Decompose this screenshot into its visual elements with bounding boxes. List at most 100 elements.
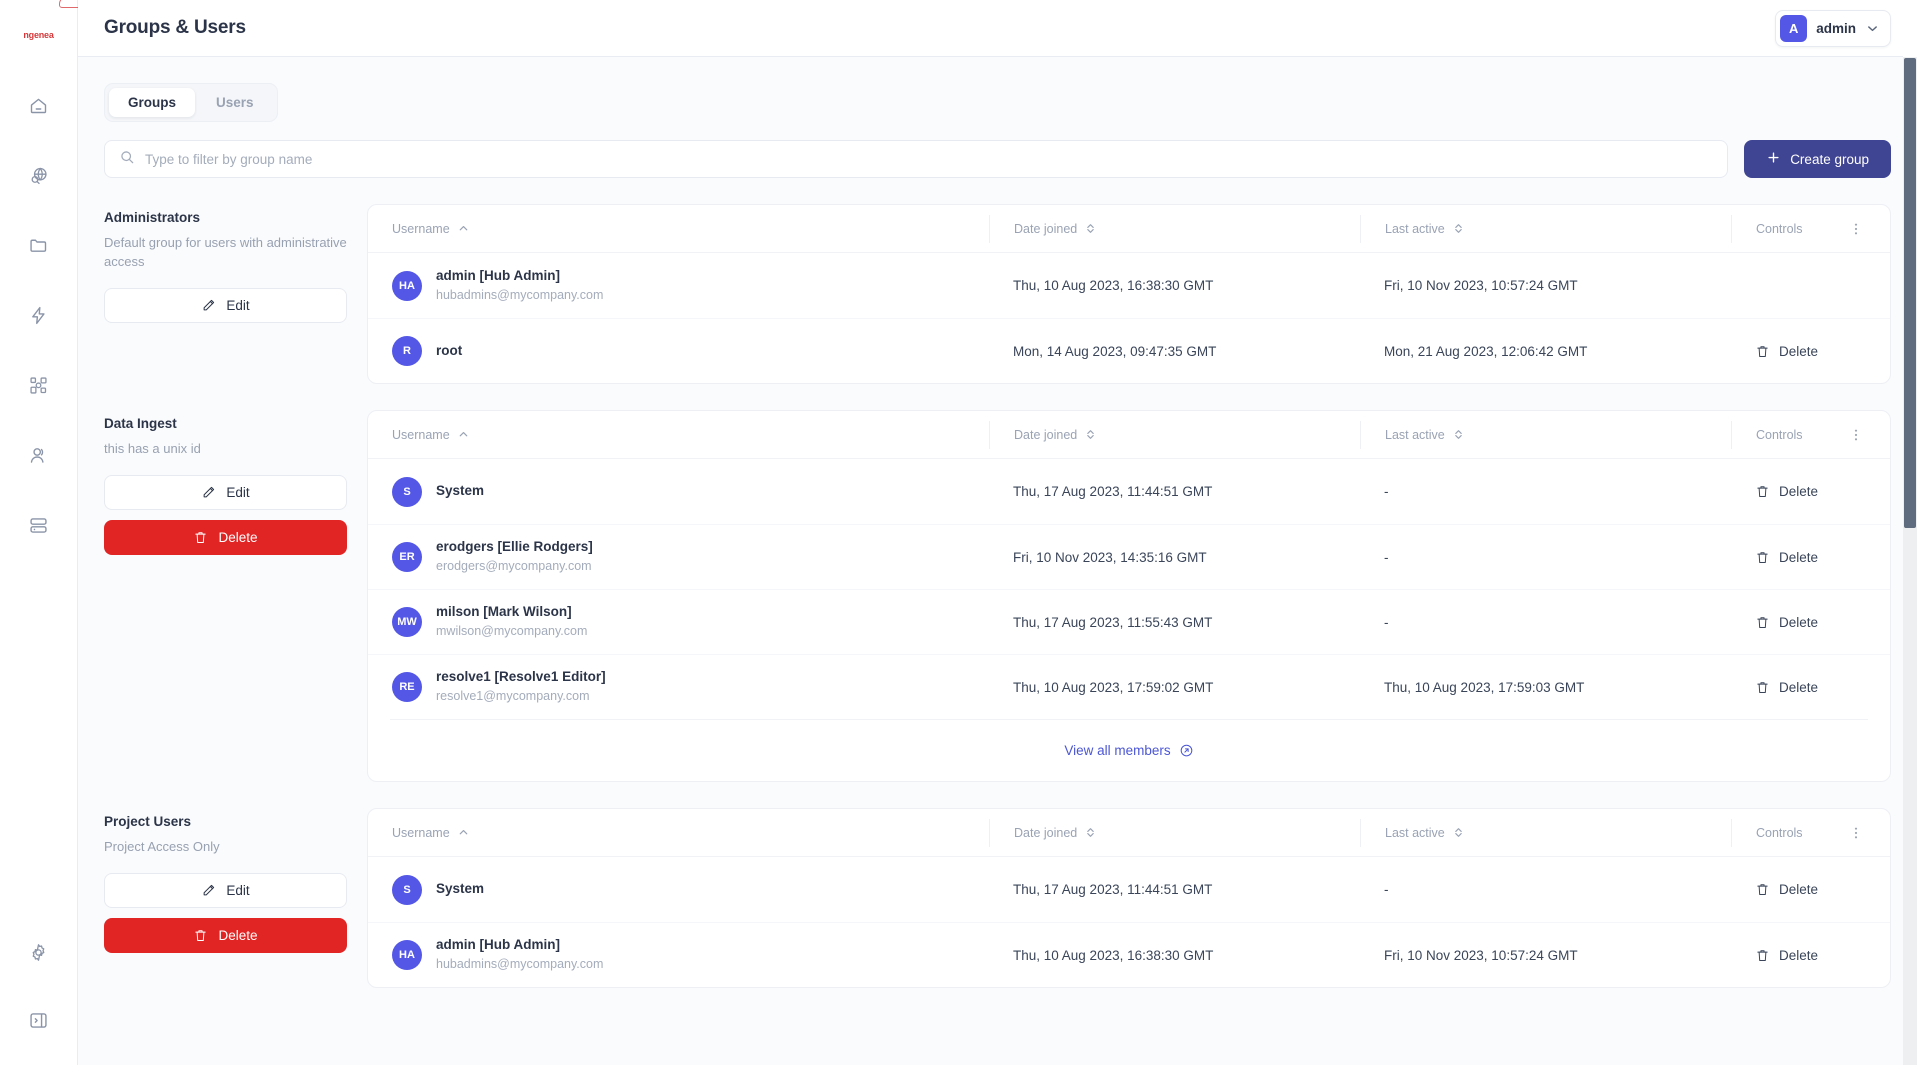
scrollbar-thumb[interactable]: [1904, 58, 1916, 528]
edit-group-button[interactable]: Edit: [104, 475, 347, 510]
cell-last-active: Fri, 10 Nov 2023, 10:57:24 GMT: [1360, 278, 1731, 293]
delete-member-button[interactable]: Delete: [1755, 944, 1818, 967]
edit-group-label: Edit: [226, 883, 249, 898]
column-header-username-label: Username: [392, 428, 450, 442]
cell-controls: Delete: [1731, 480, 1868, 503]
table-row: ERerodgers [Ellie Rodgers]erodgers@mycom…: [368, 524, 1890, 589]
delete-group-label: Delete: [218, 928, 257, 943]
delete-member-button[interactable]: Delete: [1755, 340, 1818, 363]
lightning-icon: [28, 305, 49, 331]
sidebar-item-collapse-panel[interactable]: [17, 1005, 61, 1041]
avatar: S: [392, 477, 422, 507]
page-content: Groups Users Create group Administrators…: [78, 57, 1917, 1065]
delete-member-button[interactable]: Delete: [1755, 878, 1818, 901]
cell-username: S System: [368, 477, 989, 507]
cell-last-active: Mon, 21 Aug 2023, 12:06:42 GMT: [1360, 344, 1731, 359]
delete-group-button[interactable]: Delete: [104, 520, 347, 555]
sort-icon: [1452, 826, 1465, 839]
main-area: Groups & Users A admin Groups Users: [78, 0, 1917, 1065]
top-bar: Groups & Users A admin: [78, 0, 1917, 57]
pencil-icon: [201, 298, 216, 313]
avatar: HA: [392, 940, 422, 970]
search-input[interactable]: [145, 152, 1713, 167]
user-name-label: admin: [1816, 21, 1856, 36]
sidebar-item-nodes[interactable]: [17, 370, 61, 406]
column-header-username[interactable]: Username: [368, 421, 989, 449]
edit-group-label: Edit: [226, 485, 249, 500]
delete-member-button[interactable]: Delete: [1755, 480, 1818, 503]
delete-member-label: Delete: [1779, 550, 1818, 565]
sidebar-item-discover[interactable]: [17, 160, 61, 196]
sort-icon: [1084, 826, 1097, 839]
sidebar-item-users[interactable]: [17, 440, 61, 476]
delete-member-button[interactable]: Delete: [1755, 611, 1818, 634]
delete-group-label: Delete: [218, 530, 257, 545]
column-header-last-active[interactable]: Last active: [1360, 215, 1731, 243]
username-stack: System: [436, 482, 484, 500]
column-header-date-joined[interactable]: Date joined: [989, 819, 1360, 847]
sidebar-nav: [0, 90, 77, 546]
column-header-username[interactable]: Username: [368, 215, 989, 243]
chevron-down-icon: [1865, 21, 1880, 36]
sort-icon: [1452, 222, 1465, 235]
plus-icon: [1766, 150, 1781, 168]
app-logo[interactable]: ngenea: [11, 22, 67, 48]
table-row: REresolve1 [Resolve1 Editor]resolve1@myc…: [368, 654, 1890, 719]
trash-icon: [1755, 344, 1770, 359]
column-header-controls-label: Controls: [1756, 826, 1803, 840]
sidebar-item-storage[interactable]: [17, 510, 61, 546]
cell-controls: Delete: [1731, 676, 1868, 699]
column-header-controls: Controls: [1731, 819, 1868, 847]
sidebar-item-files[interactable]: [17, 230, 61, 266]
username-stack: System: [436, 880, 484, 898]
column-header-date-joined[interactable]: Date joined: [989, 215, 1360, 243]
table-options-menu-button[interactable]: [1844, 425, 1868, 445]
column-header-last-active[interactable]: Last active: [1360, 819, 1731, 847]
avatar: MW: [392, 607, 422, 637]
column-header-date-joined-label: Date joined: [1014, 428, 1077, 442]
edit-group-button[interactable]: Edit: [104, 873, 347, 908]
create-group-button[interactable]: Create group: [1744, 140, 1891, 178]
delete-group-button[interactable]: Delete: [104, 918, 347, 953]
column-header-date-joined-label: Date joined: [1014, 222, 1077, 236]
edit-group-label: Edit: [226, 298, 249, 313]
cell-last-active: -: [1360, 615, 1731, 630]
table-row: SSystemThu, 17 Aug 2023, 11:44:51 GMT-De…: [368, 459, 1890, 524]
username-stack: admin [Hub Admin]hubadmins@mycompany.com: [436, 936, 603, 974]
avatar: S: [392, 875, 422, 905]
delete-member-button[interactable]: Delete: [1755, 546, 1818, 569]
cell-date-joined: Thu, 17 Aug 2023, 11:44:51 GMT: [989, 882, 1360, 897]
tab-groups[interactable]: Groups: [109, 88, 195, 117]
group-description: Default group for users with administrat…: [104, 234, 347, 272]
cell-username: HAadmin [Hub Admin]hubadmins@mycompany.c…: [368, 267, 989, 305]
edit-group-button[interactable]: Edit: [104, 288, 347, 323]
column-header-username[interactable]: Username: [368, 819, 989, 847]
cell-username: ERerodgers [Ellie Rodgers]erodgers@mycom…: [368, 538, 989, 576]
user-menu-button[interactable]: A admin: [1775, 10, 1891, 47]
sidebar-item-home[interactable]: [17, 90, 61, 126]
column-header-username-label: Username: [392, 826, 450, 840]
column-header-date-joined[interactable]: Date joined: [989, 421, 1360, 449]
sidebar-item-settings[interactable]: [17, 937, 61, 973]
cell-username: MWmilson [Mark Wilson]mwilson@mycompany.…: [368, 603, 989, 641]
cell-date-joined: Thu, 10 Aug 2023, 17:59:02 GMT: [989, 680, 1360, 695]
username-stack: admin [Hub Admin]hubadmins@mycompany.com: [436, 267, 603, 305]
delete-member-button[interactable]: Delete: [1755, 676, 1818, 699]
search-box[interactable]: [104, 140, 1728, 178]
column-header-last-active[interactable]: Last active: [1360, 421, 1731, 449]
cell-controls: Delete: [1731, 340, 1868, 363]
delete-member-label: Delete: [1779, 680, 1818, 695]
avatar: ER: [392, 542, 422, 572]
cell-last-active: Thu, 10 Aug 2023, 17:59:03 GMT: [1360, 680, 1731, 695]
page-scrollbar[interactable]: [1903, 0, 1917, 1065]
tab-users[interactable]: Users: [197, 88, 273, 117]
cell-last-active: -: [1360, 484, 1731, 499]
user-email-label: resolve1@mycompany.com: [436, 688, 606, 706]
table-options-menu-button[interactable]: [1844, 823, 1868, 843]
table-options-menu-button[interactable]: [1844, 219, 1868, 239]
view-all-members-link[interactable]: View all members: [1064, 743, 1193, 758]
trash-icon: [193, 530, 208, 545]
group-meta: AdministratorsDefault group for users wi…: [104, 204, 347, 333]
sidebar-item-activity[interactable]: [17, 300, 61, 336]
cell-username: REresolve1 [Resolve1 Editor]resolve1@myc…: [368, 668, 989, 706]
